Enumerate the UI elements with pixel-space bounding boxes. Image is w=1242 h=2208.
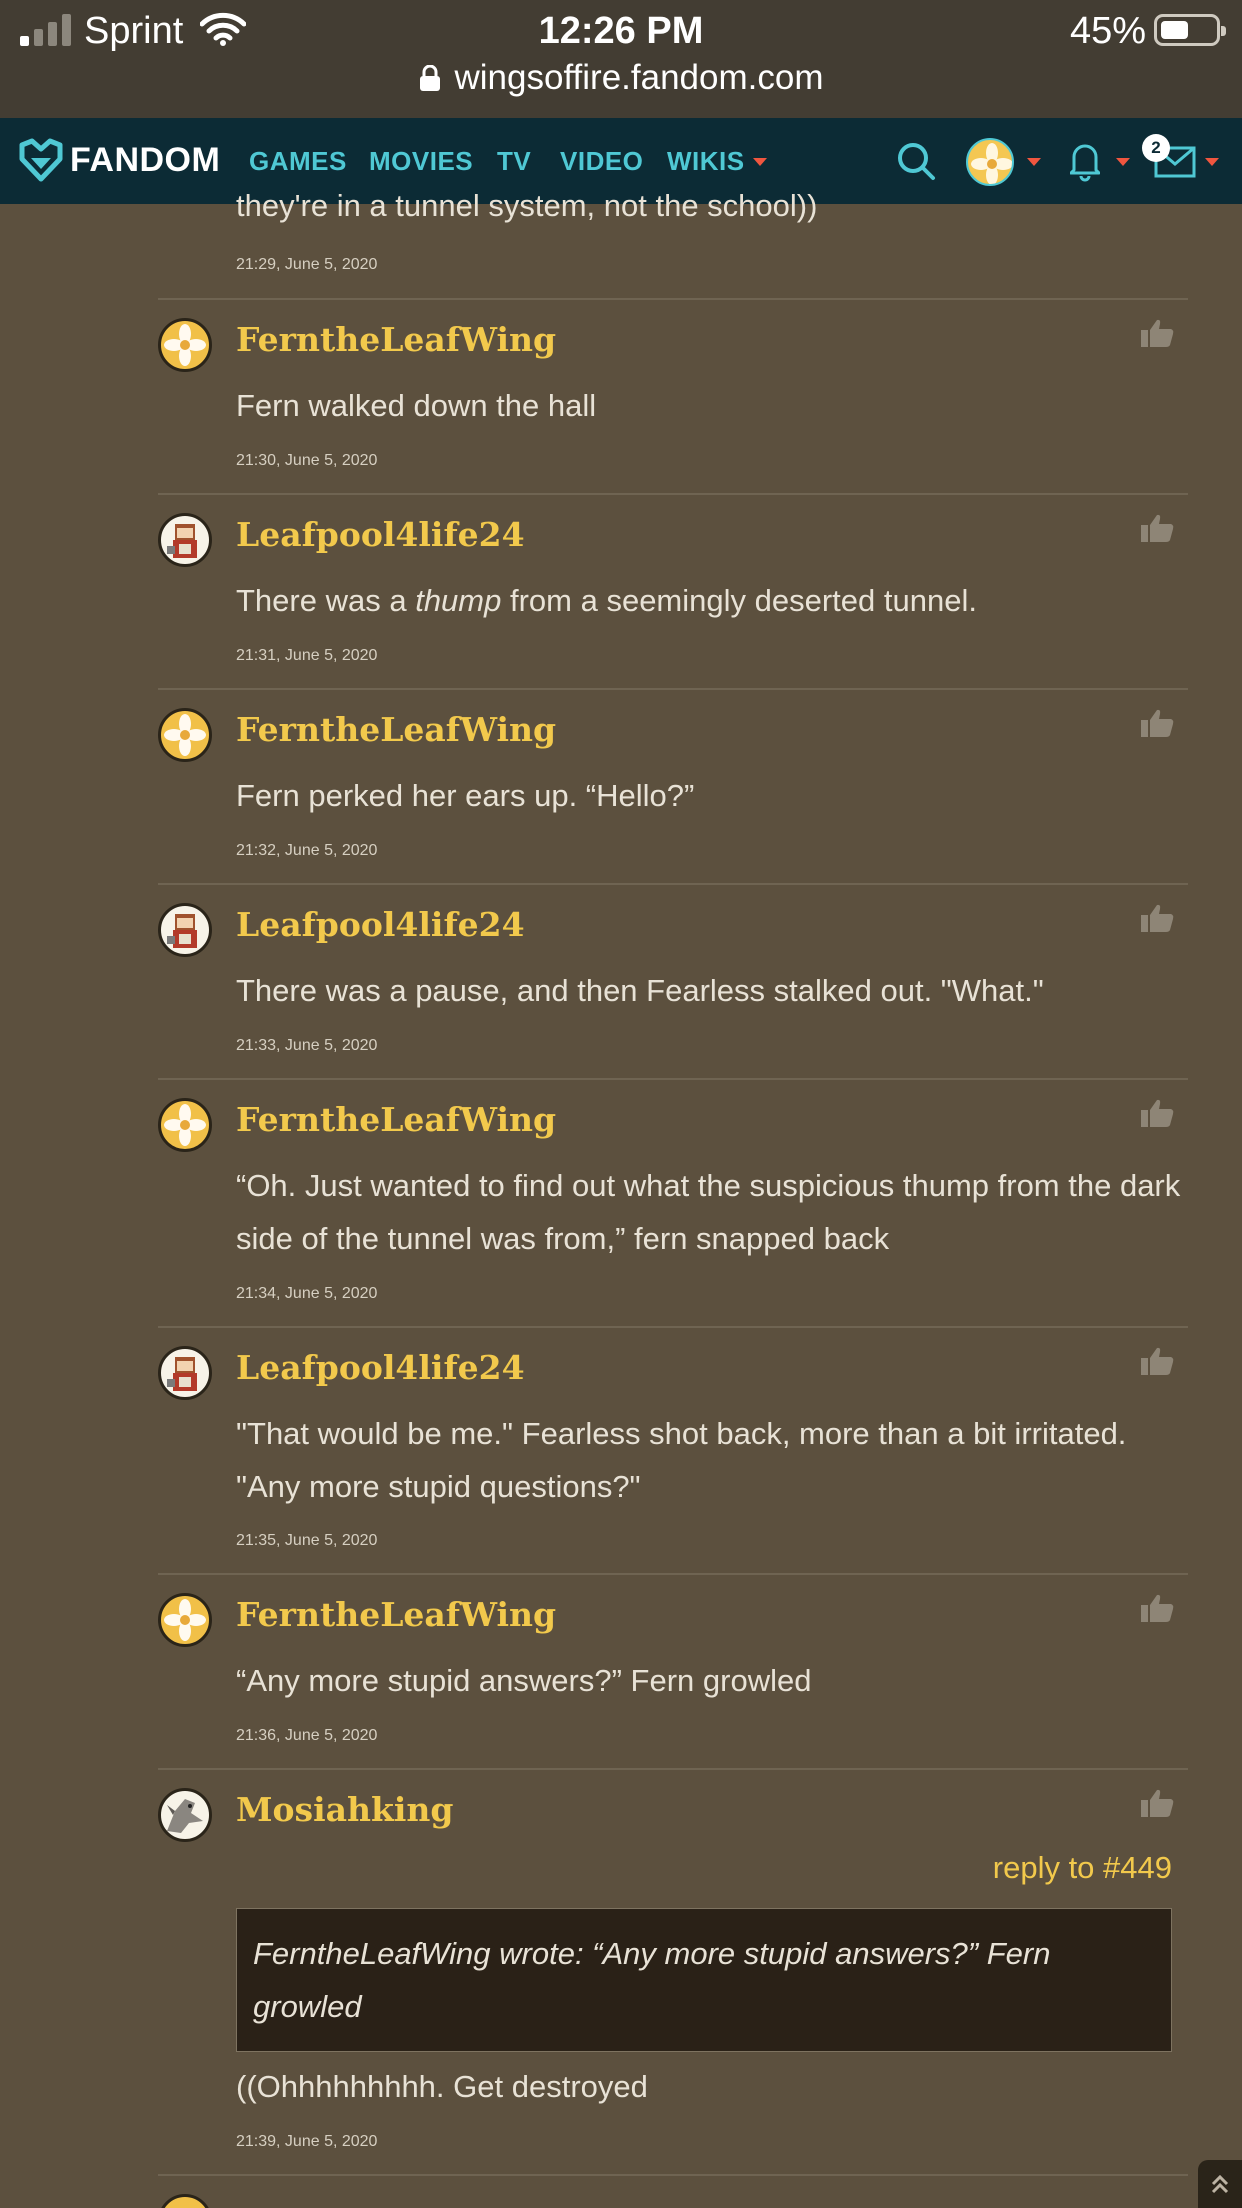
thumbs-up-icon[interactable] [1140, 513, 1174, 543]
thumbs-up-icon[interactable] [1140, 1788, 1174, 1818]
avatar[interactable] [158, 1098, 212, 1152]
user-avatar[interactable] [966, 138, 1014, 186]
comment-text-italic: thump [415, 583, 502, 618]
battery-percent: 45% [1069, 10, 1146, 52]
battery-icon [1154, 14, 1226, 46]
url-text: wingsoffire.fandom.com [454, 58, 824, 97]
flower-icon [164, 324, 206, 366]
username[interactable]: FerntheLeafWing [236, 320, 556, 359]
timestamp: 21:34, June 5, 2020 [236, 1285, 378, 1302]
reply-to-link[interactable]: reply to #449 [993, 1850, 1172, 1886]
comment-text: There was a pause, and then Fearless sta… [236, 973, 1044, 1008]
flower-icon [164, 1104, 206, 1146]
timestamp: 21:31, June 5, 2020 [236, 647, 378, 664]
double-chevron-up-icon [1211, 2174, 1229, 2194]
comment-text: There was a thump from a seemingly deser… [236, 574, 1196, 627]
avatar[interactable] [158, 903, 212, 957]
comment-text: Fern perked her ears up. “Hello?” [236, 778, 695, 813]
avatar[interactable] [158, 1346, 212, 1400]
flower-icon [164, 714, 206, 756]
search-icon[interactable] [896, 141, 936, 181]
comment-divider [158, 1326, 1188, 1328]
timestamp: 21:30, June 5, 2020 [236, 452, 378, 469]
chevron-down-icon [752, 158, 767, 166]
clock: 12:26 PM [538, 10, 704, 52]
clipped-comment-text: they're in a tunnel system, not the scho… [236, 188, 818, 223]
character-icon [167, 914, 197, 948]
thumbs-up-icon[interactable] [1140, 1098, 1174, 1128]
comment-divider [158, 1768, 1188, 1770]
username[interactable]: Leafpool4life24 [236, 905, 525, 944]
flower-icon [971, 143, 1012, 184]
address-bar[interactable]: wingsoffire.fandom.com [0, 58, 1242, 98]
avatar[interactable] [158, 1593, 212, 1647]
comment-text: “Oh. Just wanted to find out what the su… [236, 1168, 1181, 1256]
flower-icon [164, 1599, 206, 1641]
status-bar: Sprint 12:26 PM 45% wingsoffire.fandom.c… [0, 0, 1242, 118]
nav-link-video[interactable]: VIDEO [560, 146, 643, 177]
comment-text: ((Ohhhhhhhhh. Get destroyed [236, 2069, 648, 2104]
character-icon [167, 524, 197, 558]
nav-link-movies[interactable]: MOVIES [369, 146, 473, 177]
timestamp: 21:39, June 5, 2020 [236, 2133, 378, 2150]
comment-text: “Any more stupid answers?” Fern growled [236, 1663, 812, 1698]
avatar[interactable] [158, 318, 212, 372]
nav-link-wikis[interactable]: WIKIS [667, 146, 767, 177]
comment-divider [158, 298, 1188, 300]
nav-link-games[interactable]: GAMES [249, 146, 347, 177]
lock-icon [419, 65, 440, 91]
fandom-logo-text: FANDOM [70, 140, 221, 179]
fandom-logo[interactable]: FANDOM [18, 137, 220, 183]
timestamp: 21:33, June 5, 2020 [236, 1037, 378, 1054]
comment-divider [158, 1573, 1188, 1575]
timestamp: 21:32, June 5, 2020 [236, 842, 378, 859]
dragon-icon [167, 1799, 203, 1833]
thumbs-up-icon[interactable] [1140, 1593, 1174, 1623]
nav-link-tv[interactable]: TV [497, 146, 531, 177]
username[interactable]: Leafpool4life24 [236, 515, 525, 554]
clipped-comment-timestamp: 21:29, June 5, 2020 [236, 256, 378, 273]
comment-divider [158, 883, 1188, 885]
nav-link-wikis-label: WIKIS [667, 146, 745, 176]
comment-divider [158, 688, 1188, 690]
timestamp: 21:36, June 5, 2020 [236, 1727, 378, 1744]
comment-text: Fern walked down the hall [236, 388, 597, 423]
comment-divider [158, 1078, 1188, 1080]
bell-icon[interactable] [1070, 140, 1100, 182]
thumbs-up-icon[interactable] [1140, 708, 1174, 738]
thumbs-up-icon[interactable] [1140, 903, 1174, 933]
avatar[interactable] [158, 708, 212, 762]
comment-text-part: There was a [236, 583, 416, 618]
comment-divider [158, 2174, 1188, 2176]
comment-divider [158, 493, 1188, 495]
comment-text: "That would be me." Fearless shot back, … [236, 1416, 1127, 1504]
avatar[interactable] [158, 2194, 212, 2208]
username[interactable]: FerntheLeafWing [236, 1595, 556, 1634]
comment-text-part: from a seemingly deserted tunnel. [501, 583, 977, 618]
username[interactable]: FerntheLeafWing [236, 710, 556, 749]
fandom-heart-icon [19, 138, 63, 182]
avatar-chevron-down-icon[interactable] [1027, 158, 1041, 166]
quoted-comment: FerntheLeafWing wrote: “Any more stupid … [236, 1908, 1172, 2052]
scroll-to-top-button[interactable] [1198, 2160, 1242, 2208]
thumbs-up-icon[interactable] [1140, 318, 1174, 348]
username[interactable]: Mosiahking [236, 1790, 454, 1829]
thumbs-up-icon[interactable] [1140, 1346, 1174, 1376]
username[interactable]: FerntheLeafWing [236, 1100, 556, 1139]
avatar[interactable] [158, 1788, 212, 1842]
timestamp: 21:35, June 5, 2020 [236, 1532, 378, 1549]
avatar[interactable] [158, 513, 212, 567]
username[interactable]: Leafpool4life24 [236, 1348, 525, 1387]
messages-chevron-down-icon[interactable] [1205, 158, 1219, 166]
message-count-badge: 2 [1142, 134, 1170, 162]
notifications-chevron-down-icon[interactable] [1116, 158, 1130, 166]
character-icon [167, 1357, 197, 1391]
